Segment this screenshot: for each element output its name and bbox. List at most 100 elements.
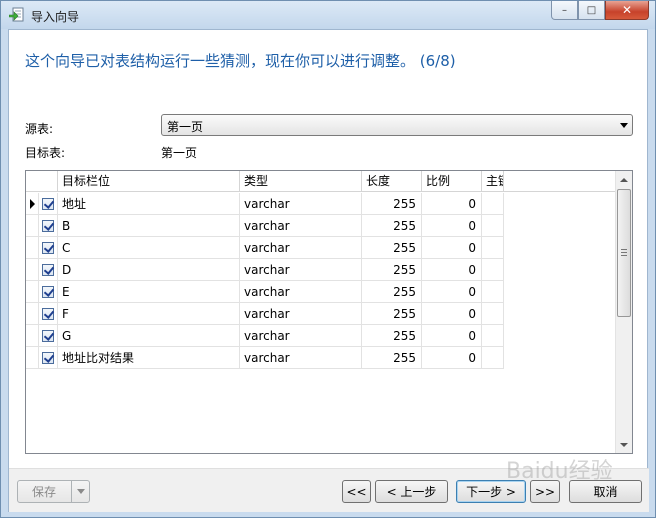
window-title: 导入向导 xyxy=(31,10,80,24)
table-row[interactable]: Evarchar 255 0 xyxy=(26,281,504,303)
row-indicator[interactable] xyxy=(26,325,39,347)
cell-length[interactable]: 255 xyxy=(362,303,422,325)
cell-field[interactable]: G xyxy=(58,325,240,347)
include-field-checkbox[interactable] xyxy=(42,264,54,276)
target-table-label: 目标表: xyxy=(25,146,66,160)
include-field-checkbox[interactable] xyxy=(42,220,54,232)
table-row[interactable]: Gvarchar 255 0 xyxy=(26,325,504,347)
include-field-checkbox[interactable] xyxy=(42,242,54,254)
grid-header: 目标栏位 类型 长度 比例 主键 xyxy=(26,171,615,192)
scroll-up-button[interactable] xyxy=(616,171,632,188)
column-header-type[interactable]: 类型 xyxy=(240,171,362,192)
cell-primary-key[interactable] xyxy=(482,237,504,259)
source-table-select[interactable]: 第一页 xyxy=(161,114,633,136)
table-row[interactable]: Dvarchar 255 0 xyxy=(26,259,504,281)
column-header-length[interactable]: 长度 xyxy=(362,171,422,192)
close-button[interactable]: ✕ xyxy=(605,1,649,20)
row-indicator[interactable] xyxy=(26,237,39,259)
cell-length[interactable]: 255 xyxy=(362,237,422,259)
current-row-arrow-icon xyxy=(30,199,35,209)
save-button[interactable]: 保存 xyxy=(17,480,90,503)
cell-primary-key[interactable] xyxy=(482,281,504,303)
include-checkbox-cell xyxy=(39,347,58,369)
cell-type[interactable]: varchar xyxy=(240,259,362,281)
row-indicator[interactable] xyxy=(26,259,39,281)
row-indicator[interactable] xyxy=(26,281,39,303)
cell-field[interactable]: C xyxy=(58,237,240,259)
include-checkbox-cell xyxy=(39,215,58,237)
cell-length[interactable]: 255 xyxy=(362,259,422,281)
cell-type[interactable]: varchar xyxy=(240,237,362,259)
grip-icon xyxy=(621,249,627,256)
minimize-button[interactable]: – xyxy=(551,1,578,20)
row-indicator[interactable] xyxy=(26,303,39,325)
cell-length[interactable]: 255 xyxy=(362,325,422,347)
vertical-scrollbar[interactable] xyxy=(615,171,632,453)
cell-type[interactable]: varchar xyxy=(240,281,362,303)
title-bar[interactable]: 导入向导 – □ ✕ xyxy=(1,1,655,29)
cell-primary-key[interactable] xyxy=(482,347,504,369)
row-indicator[interactable] xyxy=(26,215,39,237)
cell-length[interactable]: 255 xyxy=(362,215,422,237)
maximize-button[interactable]: □ xyxy=(578,1,605,20)
table-row[interactable]: Fvarchar 255 0 xyxy=(26,303,504,325)
wizard-body: 这个向导已对表结构运行一些猜测，现在你可以进行调整。 (6/8) 源表: 第一页… xyxy=(8,29,649,512)
field-mapping-grid[interactable]: 目标栏位 类型 长度 比例 主键 地址varchar2550Bvarchar25… xyxy=(25,170,633,454)
cell-primary-key[interactable] xyxy=(482,303,504,325)
include-field-checkbox[interactable] xyxy=(42,198,54,210)
scroll-down-button[interactable] xyxy=(616,436,632,453)
include-field-checkbox[interactable] xyxy=(42,330,54,342)
source-table-label: 源表: xyxy=(25,122,54,136)
column-header-scale[interactable]: 比例 xyxy=(422,171,482,192)
cell-scale[interactable]: 0 xyxy=(422,281,482,303)
table-row[interactable]: 地址比对结果 varchar 255 0 xyxy=(26,347,504,369)
cell-type[interactable]: varchar xyxy=(240,347,362,369)
cell-primary-key[interactable] xyxy=(482,215,504,237)
cell-scale[interactable]: 0 xyxy=(422,215,482,237)
row-indicator[interactable] xyxy=(26,347,39,369)
table-row[interactable]: Bvarchar 255 0 xyxy=(26,215,504,237)
source-table-value: 第一页 xyxy=(167,120,204,134)
cell-field[interactable]: 地址 xyxy=(58,193,240,215)
include-field-checkbox[interactable] xyxy=(42,286,54,298)
arrow-down-icon xyxy=(620,442,628,447)
wizard-heading: 这个向导已对表结构运行一些猜测，现在你可以进行调整。 (6/8) xyxy=(25,52,456,70)
cell-primary-key[interactable] xyxy=(482,193,504,215)
cell-field[interactable]: B xyxy=(58,215,240,237)
include-field-checkbox[interactable] xyxy=(42,308,54,320)
cell-field[interactable]: E xyxy=(58,281,240,303)
previous-button[interactable]: < 上一步 xyxy=(375,480,448,503)
cell-primary-key[interactable] xyxy=(482,325,504,347)
cell-type[interactable]: varchar xyxy=(240,303,362,325)
save-dropdown-toggle[interactable] xyxy=(71,481,89,502)
cell-type[interactable]: varchar xyxy=(240,325,362,347)
table-row[interactable]: 地址 varchar 255 0 xyxy=(26,193,504,215)
cell-scale[interactable]: 0 xyxy=(422,193,482,215)
cell-scale[interactable]: 0 xyxy=(422,259,482,281)
first-step-button[interactable]: << xyxy=(342,480,371,503)
row-indicator[interactable] xyxy=(26,193,39,215)
include-checkbox-cell xyxy=(39,325,58,347)
cell-field[interactable]: 地址比对结果 xyxy=(58,347,240,369)
cell-length[interactable]: 255 xyxy=(362,347,422,369)
include-field-checkbox[interactable] xyxy=(42,352,54,364)
cell-length[interactable]: 255 xyxy=(362,281,422,303)
cell-scale[interactable]: 0 xyxy=(422,325,482,347)
cell-scale[interactable]: 0 xyxy=(422,237,482,259)
cell-scale[interactable]: 0 xyxy=(422,347,482,369)
column-header-primary-key[interactable]: 主键 xyxy=(482,171,504,192)
cell-length[interactable]: 255 xyxy=(362,193,422,215)
cell-primary-key[interactable] xyxy=(482,259,504,281)
cell-type[interactable]: varchar xyxy=(240,215,362,237)
cell-scale[interactable]: 0 xyxy=(422,303,482,325)
cell-field[interactable]: F xyxy=(58,303,240,325)
include-checkbox-cell xyxy=(39,303,58,325)
cell-field[interactable]: D xyxy=(58,259,240,281)
cell-type[interactable]: varchar xyxy=(240,193,362,215)
table-row[interactable]: Cvarchar 255 0 xyxy=(26,237,504,259)
chevron-down-icon xyxy=(76,489,85,494)
chevron-down-icon xyxy=(620,123,628,128)
include-checkbox-cell xyxy=(39,259,58,281)
column-header-field[interactable]: 目标栏位 xyxy=(58,171,240,192)
scrollbar-thumb[interactable] xyxy=(617,189,631,317)
